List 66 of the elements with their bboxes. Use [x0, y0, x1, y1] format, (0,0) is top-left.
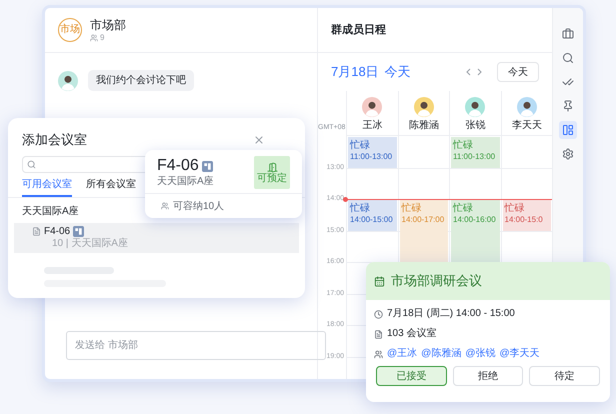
event-time: 11:00-13:00: [350, 152, 392, 162]
room-icon: [32, 227, 41, 236]
busy-event[interactable]: 忙碌 11:00-13:00: [451, 137, 500, 168]
building-name: 天天国际A座: [22, 204, 79, 218]
event-time: 7月18日 (周二) 14:00 - 15:00: [387, 308, 515, 320]
rsvp-button[interactable]: 已接受: [376, 366, 447, 386]
room-meta: 10 | 天天国际A座: [51, 238, 129, 250]
attendee-mention[interactable]: @李天天: [499, 348, 540, 360]
event-label: 忙碌: [350, 140, 370, 151]
event-label: 忙碌: [402, 203, 422, 214]
dialog-title: 添加会议室: [22, 131, 87, 149]
event-label: 忙碌: [453, 203, 473, 214]
event-time: 11:00-13:00: [453, 152, 496, 162]
attendees-icon: [374, 350, 383, 358]
search-icon: [27, 160, 36, 168]
group-name: 市场部: [90, 18, 126, 32]
event-time: 14:00-17:00: [402, 215, 444, 225]
room-capacity: 可容纳10人: [173, 200, 224, 214]
attendee-mention[interactable]: @王冰: [387, 348, 418, 360]
capacity-icon: [161, 202, 169, 210]
member-name: 王冰: [362, 120, 382, 132]
busy-event[interactable]: 忙碌 14:00-15:00: [348, 200, 396, 230]
member-name: 陈雅涵: [408, 120, 439, 132]
busy-event[interactable]: 忙碌 11:00-13:00: [348, 137, 396, 168]
event-time: 14:00-15:0: [504, 215, 543, 225]
attendee-mention[interactable]: @张锐: [465, 348, 496, 360]
event-room: 103 会议室: [387, 328, 436, 340]
member-name: 张锐: [465, 120, 486, 132]
message-bubble: 我们约个会讨论下吧: [88, 70, 194, 91]
door-icon: [266, 162, 278, 172]
event-label: 忙碌: [453, 140, 473, 151]
current-date: 7月18日: [331, 63, 379, 82]
message-input[interactable]: 发送给 市场部: [66, 331, 326, 360]
room-badge-icon: [73, 226, 84, 237]
clock-icon: [374, 310, 383, 318]
today-label: 今天: [384, 63, 411, 82]
room-icon: [374, 330, 383, 338]
room-tab[interactable]: 所有会议室: [86, 176, 136, 196]
close-icon[interactable]: [253, 134, 265, 146]
busy-event[interactable]: 忙碌 14:00-15:0: [502, 200, 551, 230]
user-avatar: [58, 70, 78, 90]
group-avatar: 市场: [58, 18, 82, 42]
event-label: 忙碌: [504, 203, 524, 214]
calendar-view-icon[interactable]: [559, 121, 577, 139]
event-time: 14:00-16:00: [453, 215, 496, 225]
room-tab[interactable]: 可用会议室: [22, 176, 72, 196]
room-badge-icon: [202, 160, 213, 172]
attendee-mention[interactable]: @陈雅涵: [421, 348, 462, 360]
member-count: 9: [100, 32, 104, 42]
room-card-building: 天天国际A座: [157, 176, 215, 188]
status-label: 可预定: [257, 172, 287, 184]
panel-title: 群成员日程: [331, 22, 386, 38]
event-label: 忙碌: [350, 203, 370, 214]
room-item[interactable]: F4-06 10 | 天天国际A座: [14, 222, 299, 252]
previous-icon[interactable]: [465, 68, 471, 76]
calendar-icon: [374, 276, 385, 286]
next-icon[interactable]: [477, 68, 483, 76]
room-name: F4-06: [44, 226, 70, 238]
member-name: 李天天: [512, 120, 542, 132]
room-card-name: F4-06: [157, 156, 199, 176]
rsvp-button[interactable]: 拒绝: [452, 366, 524, 386]
busy-event[interactable]: 忙碌 14:00-16:00: [451, 200, 500, 262]
rsvp-button[interactable]: 待定: [529, 366, 600, 386]
members-icon: [90, 34, 98, 42]
today-button[interactable]: 今天: [497, 62, 539, 82]
event-time: 14:00-15:00: [350, 215, 393, 225]
